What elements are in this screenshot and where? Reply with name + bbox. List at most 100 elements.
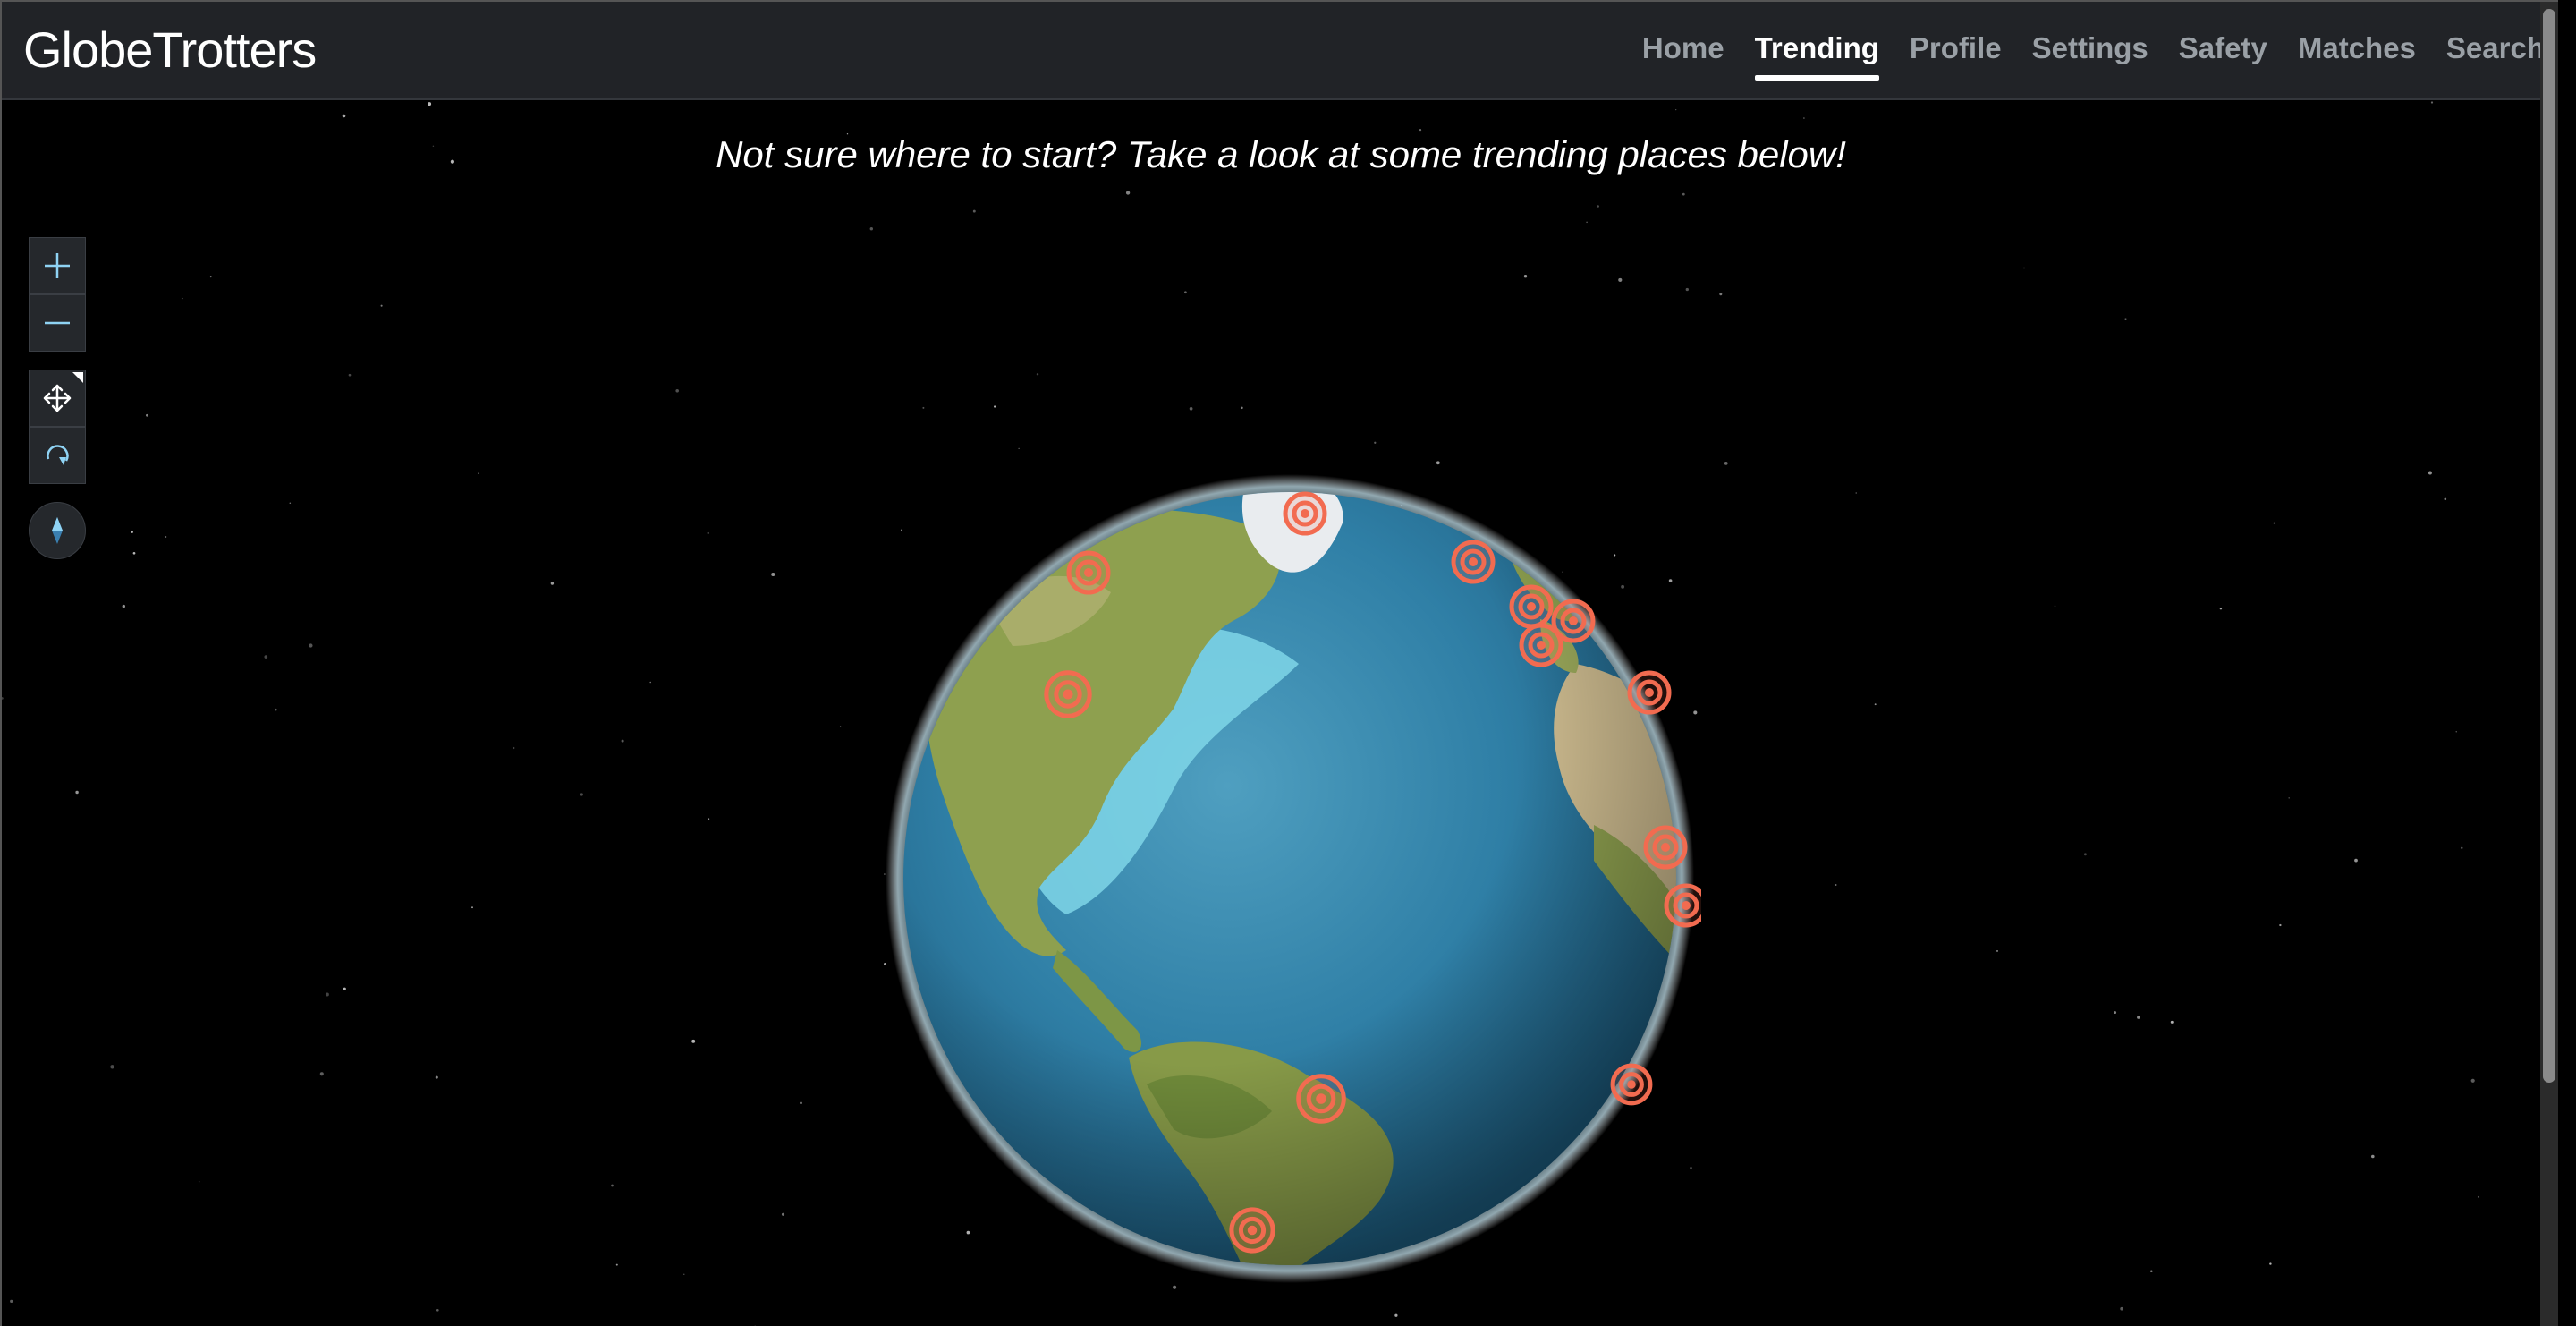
nav-search[interactable]: Search bbox=[2431, 30, 2558, 73]
star bbox=[2477, 1195, 2479, 1198]
star bbox=[132, 551, 136, 555]
star bbox=[309, 643, 313, 648]
pan-icon bbox=[43, 384, 72, 412]
trending-place-marker[interactable] bbox=[1664, 883, 1701, 928]
star bbox=[922, 406, 925, 409]
star bbox=[2430, 101, 2434, 104]
trending-place-marker[interactable] bbox=[1044, 670, 1092, 718]
zoom-out-button[interactable] bbox=[29, 294, 86, 352]
star bbox=[428, 102, 432, 106]
star bbox=[131, 531, 133, 533]
star bbox=[1184, 291, 1187, 294]
star bbox=[2023, 267, 2025, 269]
star bbox=[1436, 461, 1440, 465]
star bbox=[2083, 853, 2087, 856]
star bbox=[435, 1075, 438, 1079]
nav-settings[interactable]: Settings bbox=[2017, 30, 2164, 73]
star bbox=[972, 209, 976, 213]
star bbox=[2371, 1154, 2375, 1159]
star bbox=[380, 304, 383, 307]
pan-mode-corner-indicator bbox=[72, 372, 83, 383]
star bbox=[707, 531, 709, 535]
star bbox=[264, 655, 268, 659]
trending-place-marker[interactable] bbox=[1519, 623, 1563, 667]
star bbox=[2120, 1306, 2123, 1311]
trending-place-marker[interactable] bbox=[1066, 550, 1111, 595]
star bbox=[1675, 108, 1677, 111]
trending-place-marker[interactable] bbox=[1451, 540, 1496, 584]
star bbox=[289, 502, 292, 504]
star bbox=[1719, 293, 1723, 296]
star bbox=[1685, 287, 1689, 292]
rotate-button[interactable] bbox=[29, 427, 86, 484]
star bbox=[2288, 797, 2290, 799]
star bbox=[2150, 1270, 2153, 1272]
star bbox=[580, 793, 583, 796]
nav-trending[interactable]: Trending bbox=[1740, 30, 1894, 81]
trending-place-marker[interactable] bbox=[1643, 825, 1688, 870]
star bbox=[2470, 1078, 2475, 1083]
star bbox=[771, 572, 775, 577]
star bbox=[1125, 191, 1131, 195]
trending-place-marker[interactable] bbox=[1610, 1063, 1653, 1106]
star bbox=[343, 987, 346, 990]
compass-button[interactable] bbox=[29, 502, 86, 559]
nav-safety[interactable]: Safety bbox=[2164, 30, 2283, 73]
page-scrollbar[interactable] bbox=[2540, 2, 2558, 1326]
star bbox=[110, 1065, 114, 1069]
star bbox=[342, 114, 346, 118]
trending-banner: Not sure where to start? Take a look at … bbox=[716, 133, 1846, 175]
star bbox=[325, 992, 329, 997]
main-nav: Home Trending Profile Settings Safety Ma… bbox=[1627, 2, 2558, 98]
star bbox=[513, 746, 515, 750]
star bbox=[146, 413, 148, 417]
star bbox=[1996, 949, 1998, 952]
star bbox=[122, 604, 125, 608]
trending-place-marker[interactable] bbox=[1296, 1074, 1346, 1124]
star bbox=[275, 708, 277, 711]
star bbox=[1241, 406, 1243, 410]
star bbox=[869, 227, 873, 231]
browser-viewport: GlobeTrotters Home Trending Profile Sett… bbox=[0, 0, 2558, 1326]
star bbox=[209, 276, 212, 278]
star bbox=[1682, 192, 1685, 196]
trending-place-marker[interactable] bbox=[1283, 491, 1327, 536]
star bbox=[675, 389, 679, 393]
star bbox=[165, 536, 167, 538]
star bbox=[2444, 497, 2447, 501]
star bbox=[181, 297, 183, 300]
star bbox=[10, 1299, 13, 1303]
pan-button[interactable] bbox=[29, 370, 86, 427]
zoom-in-button[interactable] bbox=[29, 237, 86, 294]
nav-profile[interactable]: Profile bbox=[1894, 30, 2017, 73]
star bbox=[2124, 318, 2127, 320]
trending-globe[interactable] bbox=[878, 467, 1701, 1290]
star bbox=[1036, 373, 1039, 376]
star bbox=[2428, 471, 2432, 475]
zoom-in-icon bbox=[45, 253, 70, 278]
nav-home[interactable]: Home bbox=[1627, 30, 1740, 73]
star bbox=[75, 790, 79, 795]
star bbox=[2273, 522, 2275, 524]
star bbox=[1189, 406, 1193, 411]
scrollbar-thumb[interactable] bbox=[2543, 9, 2555, 1083]
star bbox=[2, 697, 4, 700]
star bbox=[1874, 703, 1877, 706]
star bbox=[2269, 1262, 2272, 1265]
star bbox=[1523, 275, 1528, 278]
star bbox=[1835, 883, 1837, 887]
trending-place-marker[interactable] bbox=[1509, 584, 1554, 629]
star bbox=[1724, 462, 1728, 465]
star bbox=[471, 906, 473, 909]
star bbox=[478, 472, 479, 474]
star bbox=[1618, 277, 1623, 282]
star bbox=[1018, 447, 1020, 449]
star bbox=[683, 1273, 685, 1275]
trending-place-marker[interactable] bbox=[1627, 670, 1672, 715]
trending-place-marker[interactable] bbox=[1229, 1207, 1275, 1254]
nav-matches[interactable]: Matches bbox=[2283, 30, 2431, 73]
brand-logo[interactable]: GlobeTrotters bbox=[23, 21, 317, 79]
star bbox=[839, 726, 842, 727]
star bbox=[2137, 1016, 2140, 1019]
star bbox=[1855, 492, 1857, 494]
